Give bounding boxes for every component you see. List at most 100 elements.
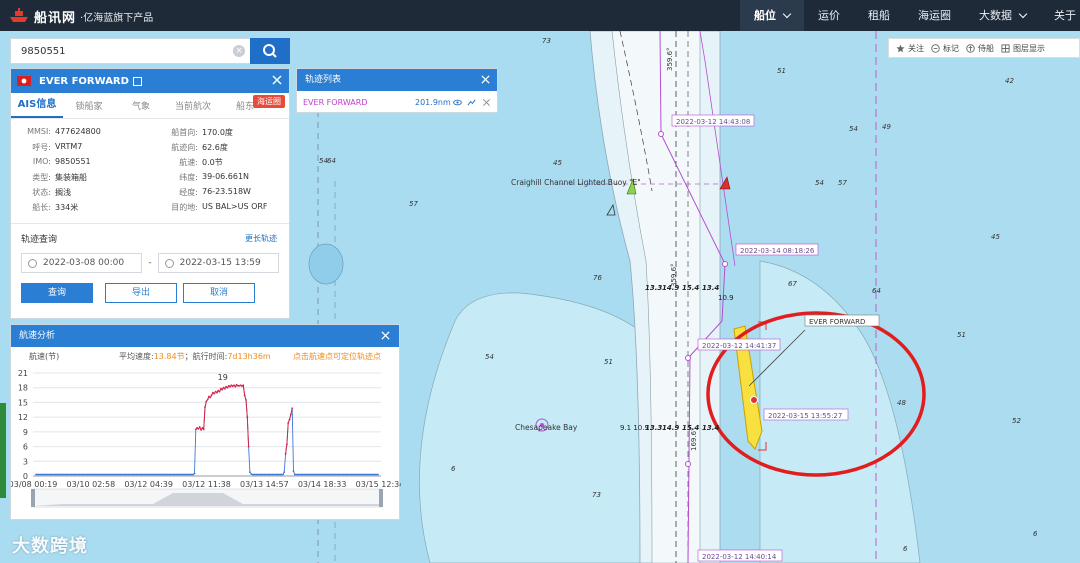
nav-item-about[interactable]: 关于 [1040, 0, 1080, 31]
ship-info-grid: MMSI: 477624800 船首向: 170.0度 呼号: VRTM7 航迹向: 6… [11, 119, 289, 213]
speed-point [194, 428, 197, 431]
speed-point [243, 394, 246, 396]
speed-point [216, 391, 218, 394]
speed-point [292, 470, 295, 472]
eye-icon[interactable] [453, 98, 462, 107]
shipping-circle-badge[interactable]: 海运圈 [253, 95, 285, 108]
speed-point [377, 473, 379, 476]
query-button[interactable]: 查询 [21, 283, 93, 303]
track-time-label: 2022-03-14 08:18:26 [740, 247, 815, 255]
date-to-field[interactable]: 2022-03-15 13:59 [157, 253, 279, 273]
nav-item-charter[interactable]: 租船 [854, 0, 904, 31]
nav-item-freight[interactable]: 运价 [804, 0, 854, 31]
info-callsign: 呼号: VRTM7 [32, 142, 83, 152]
x-tick-label: 03/08 00:19 [11, 480, 57, 489]
speed-point [247, 445, 250, 448]
sounding: 64 [327, 157, 336, 165]
speed-point [229, 385, 232, 388]
speed-chart[interactable]: 03691215182103/08 00:19 03/10 02:58 03/12 … [11, 365, 401, 520]
sounding: 6 [451, 465, 456, 473]
speed-point [288, 418, 291, 421]
chevron-down-icon [782, 9, 792, 19]
speed-analysis-panel: 航速分析 航速(节) 平均速度:13.84节；航行时间:7d13h36m 点击航… [10, 324, 401, 520]
search-bar: × [10, 38, 290, 64]
average-speed-value: 13.84节 [153, 351, 185, 361]
info-longitude: 经度: 76-23.518W [179, 187, 251, 197]
info-speed: 航速: 0.0节 [179, 158, 223, 167]
layer-toggle-button[interactable]: 图层显示 [1001, 43, 1045, 54]
sounding: 51 [777, 67, 786, 75]
x-tick-label: 03/15 12:34 [356, 480, 401, 489]
speed-point [198, 426, 201, 428]
speed-point [213, 392, 216, 395]
track-query-section: 轨迹查询 更长轨迹 2022-03-08 00:00 - 2022-03-15 … [11, 223, 289, 303]
clock-icon [28, 258, 37, 268]
sounding: 45 [991, 233, 1000, 241]
tab-current-voyage[interactable]: 当前航次 [167, 99, 219, 118]
speed-point [206, 398, 209, 401]
tab-weather[interactable]: 气象 [115, 99, 167, 118]
cancel-button[interactable]: 取消 [183, 283, 255, 303]
tab-ais-info[interactable]: AIS信息 [11, 95, 63, 118]
speed-point [193, 472, 196, 475]
hong-kong-flag-icon [17, 76, 31, 86]
channel-depth: 10.9 [718, 294, 734, 302]
y-tick-label: 12 [18, 413, 28, 422]
ship-tabs: AIS信息 锁船家 气象 当前航次 船东 海运圈 [11, 93, 289, 119]
track-list-title: 轨迹列表 [305, 75, 342, 85]
track-time-label: 2022-03-12 14:43:08 [676, 118, 750, 126]
follow-button[interactable]: 关注 [896, 43, 924, 54]
nav-item-shipping-circle[interactable]: 海运圈 [904, 0, 965, 31]
info-mmsi: MMSI: 477624800 [27, 127, 101, 136]
sounding: 6 [903, 545, 908, 553]
tab-ship-owner-lock[interactable]: 锁船家 [63, 99, 115, 118]
export-button[interactable]: 导出 [105, 283, 177, 303]
search-button[interactable] [250, 38, 290, 64]
x-tick-label: 03/12 04:39 [124, 480, 173, 489]
longer-track-link[interactable]: 更长轨迹 [245, 233, 277, 244]
nav-item-big-data[interactable]: 大数据 [965, 0, 1040, 31]
x-tick-label: 03/13 14:57 [240, 480, 289, 489]
sounding: 54 [485, 353, 494, 361]
channel-depth: 15.4 [682, 284, 699, 292]
close-icon[interactable] [480, 74, 491, 85]
chart-line-icon[interactable] [467, 98, 476, 107]
sail-time-value: 7d13h36m [227, 351, 271, 361]
info-status: 状态: 搁浅 [32, 188, 71, 197]
sounding: 64 [872, 287, 881, 295]
brand-name: 船讯网 [34, 10, 77, 26]
speed-point [223, 387, 226, 390]
date-from-field[interactable]: 2022-03-08 00:00 [21, 253, 143, 273]
speed-point [226, 386, 229, 389]
channel-depth: 14.9 [662, 424, 679, 432]
mark-button[interactable]: 标记 [931, 43, 959, 54]
speed-point [209, 396, 212, 399]
sounding: 57 [409, 200, 418, 208]
search-input[interactable] [11, 39, 251, 63]
info-destination: 目的地: US BAL>US ORF [171, 202, 268, 212]
nav-item-ship-position[interactable]: 船位 [740, 0, 804, 31]
sounding: 76 [593, 274, 602, 282]
track-time-label: 2022-03-12 14:41:37 [702, 342, 776, 350]
y-tick-label: 15 [18, 398, 28, 407]
zoom-handle-right[interactable] [379, 489, 383, 507]
external-link-icon[interactable] [132, 76, 142, 86]
zoom-handle-left[interactable] [31, 489, 35, 507]
y-tick-label: 6 [23, 443, 28, 452]
logo[interactable]: 船讯网 ·亿海蓝旗下产品 [8, 7, 153, 26]
sounding: 6 [1033, 530, 1038, 538]
clear-icon[interactable]: × [233, 45, 245, 57]
close-icon[interactable] [271, 74, 283, 86]
channel-depth: 13.3 [645, 424, 662, 432]
sounding: 48 [897, 399, 906, 407]
close-icon[interactable] [380, 330, 391, 341]
speed-tip: 点击航速点可定位轨迹点 [293, 351, 381, 361]
track-list-item[interactable]: EVER FORWARD 201.9nm [297, 91, 497, 113]
channel-depth: 13.4 [702, 424, 719, 432]
tag-icon [931, 43, 940, 53]
wait-ship-button[interactable]: 侍船 [966, 43, 994, 54]
close-icon[interactable] [482, 98, 491, 107]
track-distance: 201.9nm [415, 97, 451, 107]
speed-point [201, 427, 204, 429]
info-heading: 船首向: 170.0度 [171, 128, 233, 137]
